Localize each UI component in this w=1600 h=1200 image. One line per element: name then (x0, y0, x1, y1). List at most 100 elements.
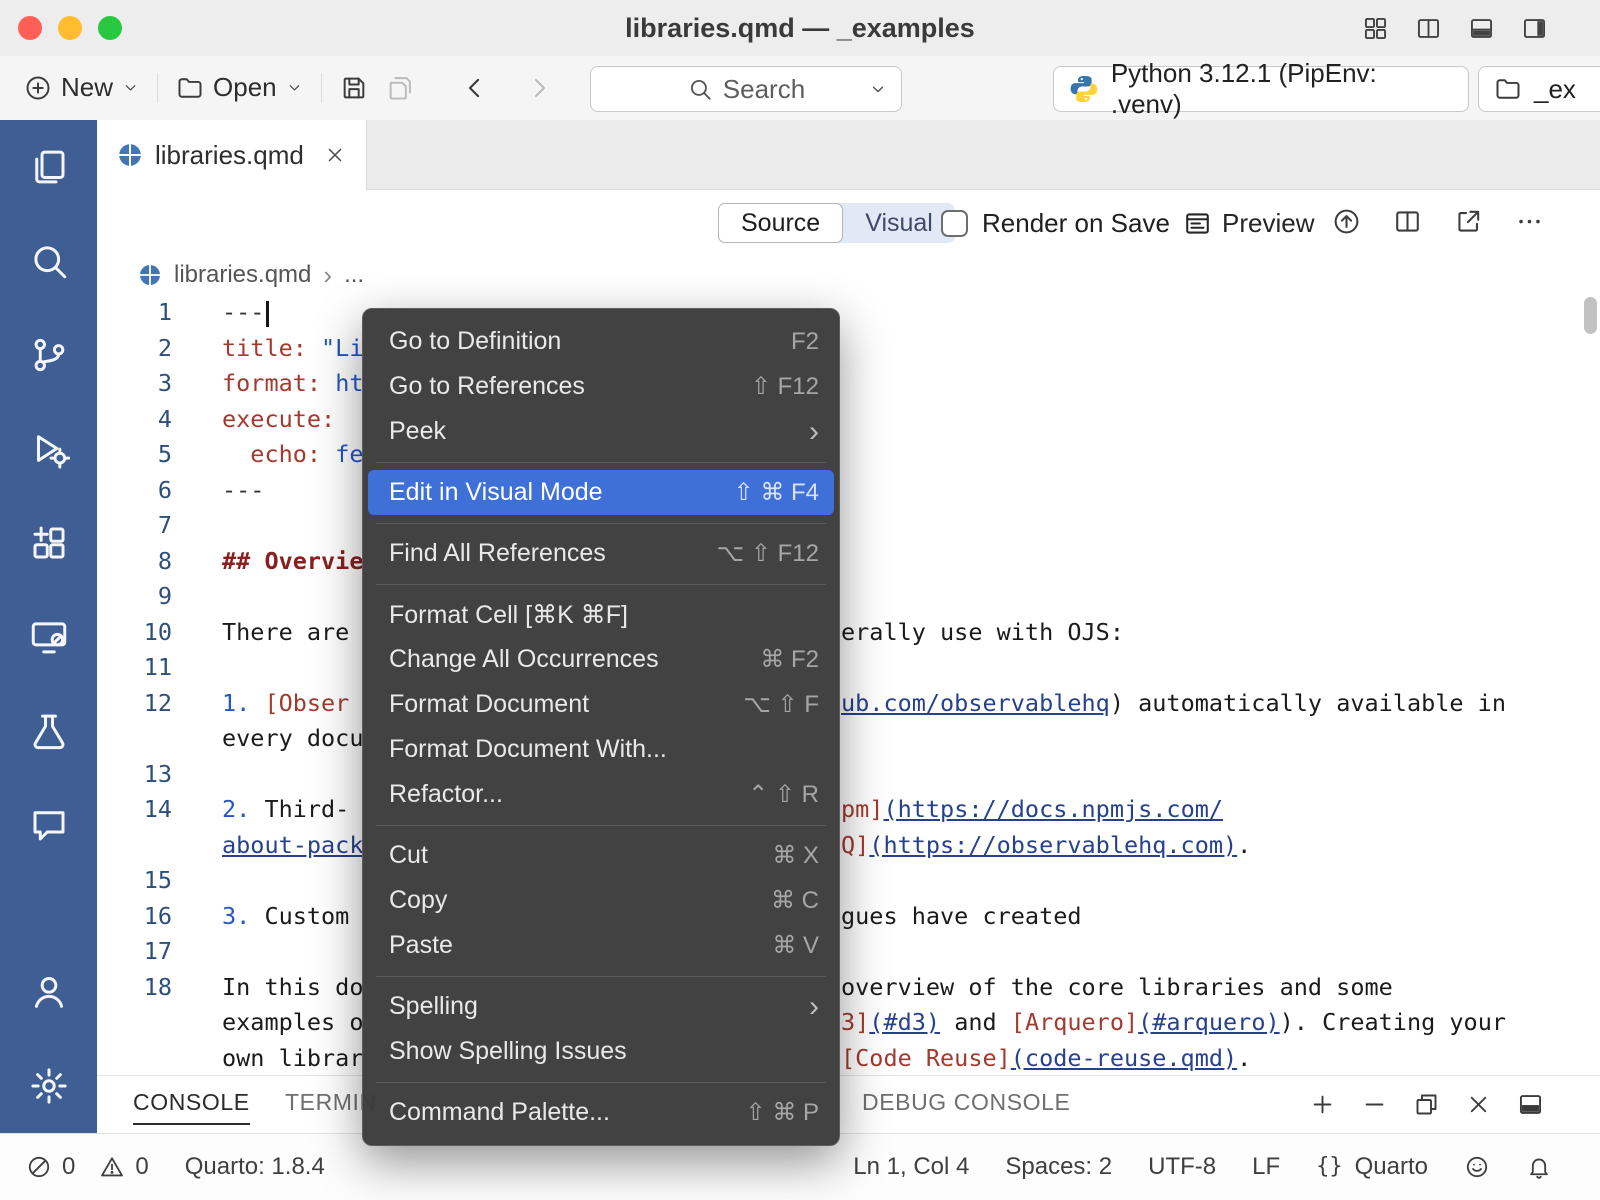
menu-item-edit-in-visual-mode[interactable]: Edit in Visual Mode⇧ ⌘ F4 (368, 470, 834, 515)
zoom-window-button[interactable] (98, 16, 122, 40)
new-button[interactable]: New (24, 72, 139, 103)
interpreter-selector[interactable]: Python 3.12.1 (PipEnv: .venv) (1053, 66, 1469, 112)
close-tab-icon[interactable] (324, 144, 346, 166)
warning-count[interactable]: 0 (135, 1153, 148, 1181)
search-icon[interactable] (28, 240, 70, 282)
language-mode[interactable]: {} Quarto (1316, 1153, 1428, 1181)
minimize-panel-icon[interactable] (1361, 1091, 1388, 1118)
close-window-button[interactable] (18, 16, 42, 40)
open-button[interactable]: Open (176, 72, 303, 103)
minimize-window-button[interactable] (58, 16, 82, 40)
menu-item-show-spelling-issues[interactable]: Show Spelling Issues (363, 1029, 839, 1074)
back-icon[interactable] (460, 73, 490, 103)
editor[interactable]: 1---2title: "Li3format: ht4execute:5 ech… (97, 295, 1600, 1076)
editor-line[interactable]: 8## Overvie (97, 544, 1600, 580)
editor-line[interactable]: 13 (97, 757, 1600, 793)
render-icon[interactable] (1332, 207, 1361, 236)
render-on-save-checkbox[interactable] (941, 210, 968, 237)
editor-line[interactable]: 6--- (97, 473, 1600, 509)
menu-item-refactor[interactable]: Refactor...⌃ ⇧ R (363, 772, 839, 817)
editor-line[interactable]: 121. [Obserub.com/observablehq) automati… (97, 686, 1600, 722)
cursor-position[interactable]: Ln 1, Col 4 (853, 1153, 969, 1181)
encoding[interactable]: UTF-8 (1148, 1153, 1216, 1181)
menu-item-copy[interactable]: Copy⌘ C (363, 878, 839, 923)
tab-libraries-qmd[interactable]: libraries.qmd (97, 120, 367, 190)
breadcrumb-file[interactable]: libraries.qmd (174, 261, 311, 289)
editor-line[interactable]: 18In this dooverview of the core librari… (97, 970, 1600, 1006)
menu-item-find-all-references[interactable]: Find All References⌥ ⇧ F12 (363, 531, 839, 576)
panel-tab-debug-console[interactable]: DEBUG CONSOLE (862, 1089, 1070, 1123)
right-sidebar-icon[interactable] (1521, 15, 1548, 42)
testing-icon[interactable] (28, 710, 70, 752)
editor-line[interactable]: 5 echo: fe (97, 437, 1600, 473)
source-control-icon[interactable] (28, 334, 70, 376)
project-selector[interactable]: _ex (1478, 66, 1600, 112)
indentation[interactable]: Spaces: 2 (1005, 1153, 1112, 1181)
editor-line[interactable]: 17 (97, 934, 1600, 970)
chevron-down-icon (869, 80, 887, 98)
open-in-new-window-icon[interactable] (1454, 207, 1483, 236)
editor-line[interactable]: 9 (97, 579, 1600, 615)
editor-line[interactable]: 10There are erally use with OJS: (97, 615, 1600, 651)
editor-line[interactable]: 7 (97, 508, 1600, 544)
breadcrumb-more[interactable]: ... (344, 261, 364, 289)
feedback-smiley-icon[interactable] (1464, 1154, 1490, 1180)
save-icon[interactable] (340, 74, 368, 102)
search-input[interactable]: Search (590, 66, 902, 112)
eol-sequence[interactable]: LF (1252, 1153, 1280, 1181)
editor-line[interactable]: about-packQ](https://observablehq.com). (97, 828, 1600, 864)
files-icon[interactable] (28, 146, 70, 188)
editor-line[interactable]: 11 (97, 650, 1600, 686)
menu-item-change-all-occurrences[interactable]: Change All Occurrences⌘ F2 (363, 637, 839, 682)
restore-panel-icon[interactable] (1413, 1091, 1440, 1118)
source-mode-button[interactable]: Source (718, 203, 843, 243)
line-number: 1 (97, 295, 172, 331)
editor-scrollbar[interactable] (1584, 297, 1597, 334)
bottom-panel-icon[interactable] (1468, 15, 1495, 42)
notifications-bell-icon[interactable] (1526, 1154, 1552, 1180)
menu-item-peek[interactable]: Peek› (363, 409, 839, 454)
editor-line[interactable]: own librar[Code Reuse](code-reuse.qmd). (97, 1041, 1600, 1077)
extensions-icon[interactable] (28, 522, 70, 564)
visual-mode-button[interactable]: Visual (843, 203, 955, 243)
warning-icon[interactable] (99, 1154, 125, 1180)
editor-line[interactable]: examples o3](#d3) and [Arquero](#arquero… (97, 1005, 1600, 1041)
preview-button[interactable]: Preview (1183, 203, 1314, 243)
comments-icon[interactable] (28, 804, 70, 846)
split-editor-icon[interactable] (1393, 207, 1422, 236)
editor-line[interactable]: 1--- (97, 295, 1600, 331)
menu-item-spelling[interactable]: Spelling› (363, 984, 839, 1029)
editor-line[interactable]: 163. Customgues have created (97, 899, 1600, 935)
close-panel-icon[interactable] (1465, 1091, 1492, 1118)
quarto-version[interactable]: Quarto: 1.8.4 (185, 1153, 325, 1181)
menu-item-cut[interactable]: Cut⌘ X (363, 833, 839, 878)
account-icon[interactable] (28, 971, 70, 1013)
add-console-icon[interactable] (1309, 1091, 1336, 1118)
error-count[interactable]: 0 (62, 1153, 75, 1181)
menu-item-format-document-with[interactable]: Format Document With... (363, 727, 839, 772)
settings-icon[interactable] (28, 1065, 70, 1107)
menu-item-go-to-references[interactable]: Go to References⇧ F12 (363, 364, 839, 409)
customize-layout-icon[interactable] (1362, 15, 1389, 42)
split-columns-icon[interactable] (1415, 15, 1442, 42)
menu-item-format-document[interactable]: Format Document⌥ ⇧ F (363, 682, 839, 727)
menu-item-command-palette[interactable]: Command Palette...⇧ ⌘ P (363, 1090, 839, 1135)
more-actions-icon[interactable] (1515, 207, 1544, 236)
editor-line[interactable]: 142. Third-pm](https://docs.npmjs.com/ (97, 792, 1600, 828)
editor-line[interactable]: 2title: "Li (97, 331, 1600, 367)
code-segment: (#d3) (869, 1008, 940, 1036)
editor-line[interactable]: 4execute: (97, 402, 1600, 438)
error-icon[interactable] (26, 1154, 52, 1180)
menu-item-go-to-definition[interactable]: Go to DefinitionF2 (363, 319, 839, 364)
panel-tab-console[interactable]: CONSOLE (133, 1089, 250, 1125)
maximize-panel-icon[interactable] (1517, 1091, 1544, 1118)
editor-line[interactable]: 15 (97, 863, 1600, 899)
menu-item-paste[interactable]: Paste⌘ V (363, 923, 839, 968)
sessions-icon[interactable] (28, 616, 70, 658)
menu-item-format-cell-k-f[interactable]: Format Cell [⌘K ⌘F] (363, 592, 839, 637)
editor-line[interactable]: every docu (97, 721, 1600, 757)
forward-icon[interactable] (524, 73, 554, 103)
save-all-icon[interactable] (386, 74, 414, 102)
editor-line[interactable]: 3format: ht (97, 366, 1600, 402)
run-debug-icon[interactable] (28, 428, 70, 470)
